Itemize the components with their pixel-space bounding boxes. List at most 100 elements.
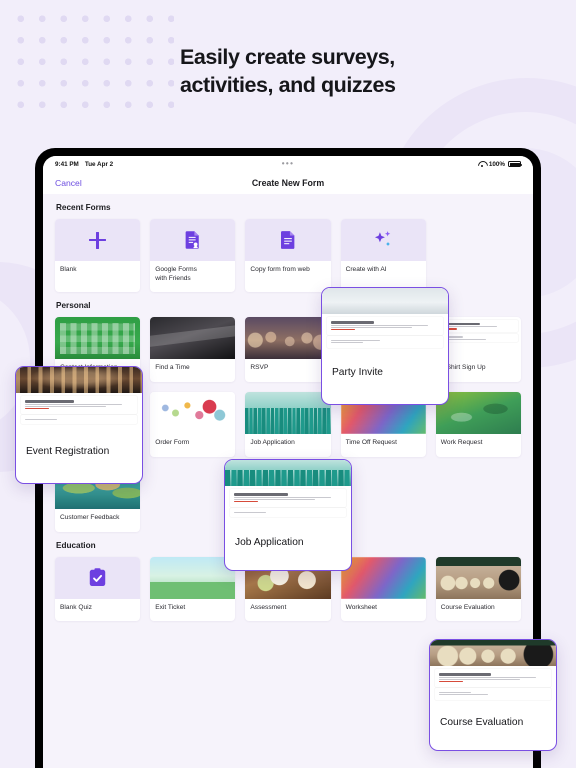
preview-body bbox=[430, 666, 556, 704]
card-label: Worksheet bbox=[345, 603, 377, 611]
preview-line bbox=[331, 324, 429, 326]
card-thumbnail bbox=[340, 219, 426, 261]
card-label: Customer Feedback bbox=[60, 513, 120, 521]
preview-title-line bbox=[234, 493, 288, 496]
highlighted-card-label: Course Evaluation bbox=[440, 717, 524, 728]
promo-headline: Easily create surveys, activities, and q… bbox=[180, 44, 530, 100]
preview-banner bbox=[150, 392, 236, 435]
template-card-job-application[interactable]: Job Application bbox=[245, 392, 331, 457]
battery-full-icon bbox=[508, 161, 523, 167]
preview-required-line bbox=[234, 501, 258, 503]
plus-icon bbox=[89, 231, 107, 249]
preview-line bbox=[25, 405, 106, 408]
preview-question bbox=[327, 317, 443, 335]
template-card-rsvp[interactable]: RSVP bbox=[245, 317, 331, 383]
form-preview bbox=[245, 392, 331, 435]
preview-title-line bbox=[439, 673, 491, 676]
card-thumbnail bbox=[150, 219, 236, 261]
form-preview bbox=[435, 556, 521, 599]
highlighted-card-preview bbox=[430, 640, 556, 710]
recent-forms-grid: Blank Google Forms with Friends Copy for… bbox=[55, 219, 521, 293]
preview-banner bbox=[245, 392, 331, 435]
card-label: Create with AI bbox=[345, 266, 387, 273]
preview-title-line bbox=[331, 321, 375, 324]
preview-question bbox=[21, 396, 137, 414]
preview-title-line bbox=[25, 400, 74, 403]
preview-required-line bbox=[25, 408, 49, 410]
highlighted-card-party-invite[interactable]: Party Invite bbox=[321, 287, 449, 405]
card-label: Blank Quiz bbox=[60, 603, 92, 611]
card-label: Order Form bbox=[155, 439, 190, 447]
card-thumbnail bbox=[245, 219, 331, 261]
template-card-google-forms-with-friends[interactable]: Google Forms with Friends bbox=[150, 219, 236, 293]
navigation-bar: Cancel Create New Form bbox=[43, 172, 533, 194]
card-thumbnail bbox=[55, 317, 141, 360]
preview-line bbox=[234, 512, 267, 514]
template-card-work-request[interactable]: Work Request bbox=[435, 392, 521, 457]
template-card-worksheet[interactable]: Worksheet bbox=[340, 556, 426, 622]
template-card-order-form[interactable]: Order Form bbox=[150, 392, 236, 457]
preview-body bbox=[16, 393, 142, 429]
card-label: Assessment bbox=[250, 603, 287, 611]
preview-banner bbox=[340, 556, 426, 599]
preview-banner bbox=[150, 317, 236, 360]
highlighted-card-preview bbox=[322, 288, 448, 360]
card-label: Job Application bbox=[250, 439, 295, 447]
form-preview bbox=[55, 317, 141, 360]
preview-question bbox=[230, 489, 346, 507]
promo-headline-line-2: activities, and quizzes bbox=[180, 72, 396, 97]
preview-banner bbox=[16, 367, 142, 393]
highlighted-card-preview bbox=[225, 460, 351, 530]
card-label: Work Request bbox=[440, 439, 483, 447]
template-card-blank-quiz[interactable]: Blank Quiz bbox=[55, 556, 141, 622]
template-card-create-with-ai[interactable]: Create with AI bbox=[340, 219, 426, 293]
highlighted-card-event-registration[interactable]: Event Registration bbox=[15, 366, 143, 484]
card-thumbnail bbox=[55, 219, 141, 261]
card-thumbnail bbox=[150, 317, 236, 360]
document-icon bbox=[280, 231, 295, 249]
preview-line bbox=[439, 692, 472, 694]
section-title-personal: Personal bbox=[56, 301, 91, 311]
preview-question bbox=[21, 415, 137, 425]
highlighted-card-preview bbox=[16, 367, 142, 439]
quiz-check-icon bbox=[89, 568, 106, 587]
preview-line bbox=[439, 676, 537, 678]
page-title: Create New Form bbox=[251, 178, 325, 188]
template-card-copy-form-from-web[interactable]: Copy form from web bbox=[245, 219, 331, 293]
preview-body bbox=[225, 486, 351, 522]
card-thumbnail bbox=[150, 556, 236, 599]
highlighted-card-label: Job Application bbox=[235, 537, 304, 548]
card-thumbnail bbox=[340, 556, 426, 599]
preview-line bbox=[25, 403, 123, 405]
form-preview bbox=[430, 640, 556, 710]
preview-body bbox=[322, 314, 448, 352]
card-label: Google Forms with Friends bbox=[155, 266, 197, 282]
highlighted-card-course-evaluation[interactable]: Course Evaluation bbox=[429, 639, 557, 751]
google-forms-icon bbox=[185, 231, 200, 249]
status-bar: 9:41 PM Tue Apr 2 ••• 100% bbox=[43, 156, 533, 172]
card-label: Course Evaluation bbox=[440, 603, 495, 611]
card-thumbnail bbox=[435, 556, 521, 599]
template-card-exit-ticket[interactable]: Exit Ticket bbox=[150, 556, 236, 622]
preview-line bbox=[331, 340, 380, 342]
preview-question bbox=[438, 320, 518, 333]
preview-line bbox=[234, 496, 332, 498]
card-label: Copy form from web bbox=[250, 266, 310, 273]
preview-line bbox=[25, 419, 58, 421]
template-card-find-a-time[interactable]: Find a Time bbox=[150, 317, 236, 383]
highlighted-card-job-application[interactable]: Job Application bbox=[224, 459, 352, 571]
preview-banner bbox=[322, 288, 448, 314]
form-preview bbox=[225, 460, 351, 530]
template-card-blank[interactable]: Blank bbox=[55, 219, 141, 293]
preview-line bbox=[331, 342, 364, 344]
template-card-course-evaluation[interactable]: Course Evaluation bbox=[435, 556, 521, 622]
form-preview bbox=[340, 556, 426, 599]
preview-line bbox=[331, 326, 412, 329]
preview-required-line bbox=[331, 329, 355, 331]
preview-line bbox=[439, 678, 520, 681]
form-preview bbox=[245, 317, 331, 360]
card-thumbnail bbox=[150, 392, 236, 435]
preview-required-line bbox=[439, 681, 463, 683]
highlighted-card-label: Party Invite bbox=[332, 367, 383, 378]
preview-line bbox=[439, 694, 488, 696]
